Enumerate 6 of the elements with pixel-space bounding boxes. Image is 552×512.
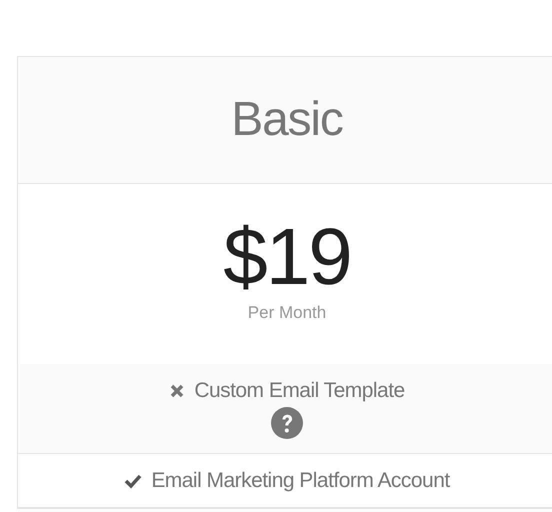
price: $19 xyxy=(223,212,351,302)
feature-label: Email Marketing Platform Account xyxy=(151,469,450,493)
price-period: Per Month xyxy=(248,302,326,324)
feature-label: Custom Email Template xyxy=(194,379,405,403)
help-icon[interactable] xyxy=(271,407,303,439)
plan-name: Basic xyxy=(231,92,343,148)
